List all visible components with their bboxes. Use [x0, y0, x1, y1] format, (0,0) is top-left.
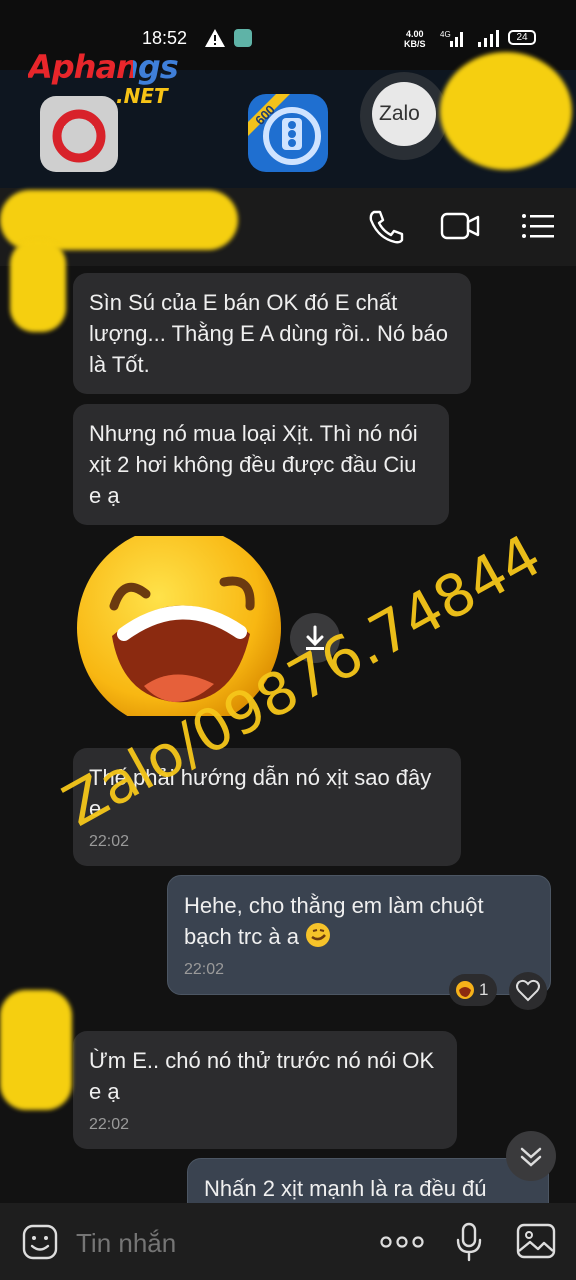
signal-4g-icon: 4G	[440, 30, 463, 47]
microphone-icon[interactable]	[454, 1222, 484, 1262]
message-time: 22:02	[89, 1116, 130, 1133]
smirk-emoji-icon	[306, 923, 331, 947]
image-icon[interactable]	[516, 1223, 556, 1259]
message-input[interactable]	[74, 1227, 358, 1260]
brand-watermark-suffix: .NET	[116, 84, 168, 108]
reaction-count: 1	[479, 980, 489, 999]
heart-icon	[516, 979, 540, 1002]
red-ring-icon	[52, 109, 106, 163]
message-text: Nhưng nó mua loại Xịt. Thì nó nói xịt 2 …	[89, 421, 418, 508]
message-time: 22:02	[89, 833, 130, 850]
laughing-reaction-icon	[456, 981, 474, 999]
more-options-icon[interactable]	[380, 1232, 424, 1252]
emoji-icon[interactable]	[22, 1224, 58, 1260]
message-bubble-in[interactable]: Ừm E.. chó nó thử trước nó nói OK e ạ 22…	[73, 1031, 457, 1149]
app-notification-icon	[234, 29, 252, 47]
brand-watermark-logo: Aphangs	[28, 48, 179, 86]
brand-main: Aphangs	[28, 48, 179, 86]
double-chevron-down-icon	[520, 1147, 542, 1167]
battery-indicator: 24	[508, 30, 536, 45]
signal-bars-icon	[478, 30, 499, 47]
phone-icon[interactable]	[366, 208, 406, 244]
message-bubble-in[interactable]: Sìn Sú của E bán OK đó E chất lượng... T…	[73, 273, 471, 394]
message-text: Hehe, cho thằng em làm chuột bạch trc à …	[184, 893, 484, 949]
message-text: Nhấn 2 xịt mạnh là ra đều đú	[204, 1176, 487, 1201]
redaction-blob	[440, 52, 572, 170]
app-icon-red-ring[interactable]	[40, 96, 118, 172]
video-call-icon[interactable]	[440, 208, 480, 244]
message-text: Ừm E.. chó nó thử trước nó nói OK e ạ	[89, 1048, 435, 1104]
traffic-light-icon: 600	[248, 94, 321, 165]
network-speed-unit: KB/S	[404, 39, 426, 49]
warning-icon	[205, 29, 225, 47]
scroll-to-bottom-button[interactable]	[506, 1131, 556, 1181]
message-bubble-in[interactable]: Nhưng nó mua loại Xịt. Thì nó nói xịt 2 …	[73, 404, 449, 525]
app-icon-traffic[interactable]: 600	[248, 94, 328, 172]
reaction-badge[interactable]: 1	[449, 974, 497, 1006]
network-speed-value: 4.00	[405, 29, 424, 39]
app-icon-zalo[interactable]: Zalo	[360, 72, 448, 160]
network-speed: 4.00 KB/S	[404, 29, 426, 49]
message-text: Sìn Sú của E bán OK đó E chất lượng... T…	[89, 290, 448, 377]
network-type-label: 4G	[440, 30, 451, 39]
zalo-icon-label: Zalo	[379, 102, 420, 125]
redaction-blob	[10, 240, 66, 332]
menu-list-icon[interactable]	[518, 208, 558, 244]
message-bubble-out[interactable]: Hehe, cho thằng em làm chuột bạch trc à …	[167, 875, 551, 995]
like-button[interactable]	[509, 972, 547, 1010]
redaction-blob	[0, 990, 72, 1110]
status-time: 18:52	[142, 28, 188, 48]
